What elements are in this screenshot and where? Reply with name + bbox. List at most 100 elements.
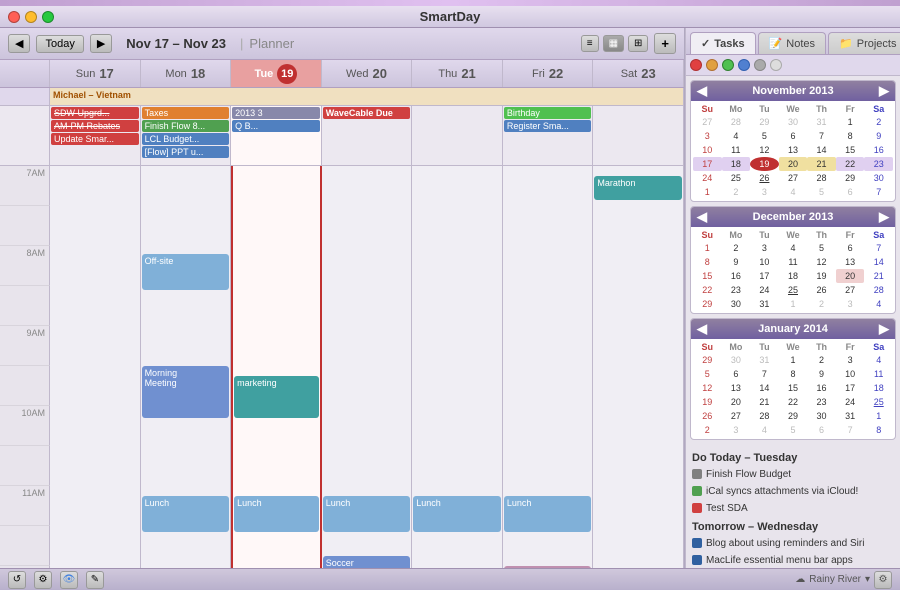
- filter-green[interactable]: [722, 59, 734, 71]
- separator: |: [240, 36, 243, 51]
- mini-cal-jan-prev[interactable]: ◀: [697, 321, 707, 337]
- all-day-col-mon: Taxes Finish Flow 8... LCL Budget... [Fl…: [141, 106, 232, 165]
- mini-cal-dec-prev[interactable]: ◀: [697, 209, 707, 225]
- event-lunch-thu[interactable]: Lunch: [413, 496, 501, 532]
- mini-cal-dec-header: ◀ December 2013 ▶: [691, 207, 895, 227]
- refresh-button[interactable]: ↺: [8, 571, 26, 589]
- task-maclife[interactable]: MacLife essential menu bar apps: [690, 552, 896, 568]
- app-title: SmartDay: [420, 9, 481, 24]
- time-11am: 11AM: [0, 486, 50, 526]
- task-dot: [692, 538, 702, 548]
- close-button[interactable]: [8, 11, 20, 23]
- today-button[interactable]: Today: [36, 35, 83, 53]
- event-ampm[interactable]: AM-PM Rebates: [51, 120, 139, 132]
- filter-blue[interactable]: [738, 59, 750, 71]
- event-wavecable[interactable]: WaveCable Due: [323, 107, 411, 119]
- time-830: [0, 286, 50, 326]
- filter-red[interactable]: [690, 59, 702, 71]
- main-container: ◀ Today ▶ Nov 17 – Nov 23 | Planner ≡ ▦ …: [0, 28, 900, 568]
- event-lunch-fri[interactable]: Lunch: [504, 496, 592, 532]
- location-text: Rainy River: [809, 574, 861, 585]
- time-grid[interactable]: 7AM 8AM 9AM 10AM 11AM 12PM 1PM 2PM: [0, 166, 684, 568]
- settings-button[interactable]: ⚙: [874, 571, 892, 589]
- event-lunch-tue[interactable]: Lunch: [234, 496, 319, 532]
- task-dot: [692, 555, 702, 565]
- all-day-col-sun: SDW Upgrd... AM-PM Rebates Update Smar..…: [50, 106, 141, 165]
- edit-button[interactable]: ✎: [86, 571, 104, 589]
- task-ical[interactable]: iCal syncs attachments via iCloud!: [690, 483, 896, 500]
- weather-icon: ☁: [795, 574, 805, 585]
- all-day-col-thu: [412, 106, 503, 165]
- sidebar-content[interactable]: ◀ November 2013 ▶ Su Mo Tu We Th Fr Sa: [686, 76, 900, 568]
- mini-cal-december: ◀ December 2013 ▶ Su Mo Tu We Th Fr Sa: [690, 206, 896, 314]
- day-header-tue[interactable]: Tue19: [231, 60, 322, 87]
- add-event-button[interactable]: +: [654, 33, 676, 54]
- event-hottub[interactable]: Hot tub: [504, 566, 592, 568]
- mini-cal-jan-next[interactable]: ▶: [879, 321, 889, 337]
- event-finish-flow[interactable]: Finish Flow 8...: [142, 120, 230, 132]
- event-taxes[interactable]: Taxes: [142, 107, 230, 119]
- notes-icon: 📝: [769, 37, 783, 50]
- day-header-thu[interactable]: Thu21: [412, 60, 503, 87]
- tab-tasks[interactable]: ✓ Tasks: [690, 32, 756, 54]
- day-header-sun[interactable]: Sun17: [50, 60, 141, 87]
- day-header-fri[interactable]: Fri22: [503, 60, 594, 87]
- mini-cal-prev[interactable]: ◀: [697, 83, 707, 99]
- notes-label: Notes: [786, 38, 815, 50]
- tab-projects[interactable]: 📁 Projects: [828, 32, 900, 54]
- filter-gray[interactable]: [754, 59, 766, 71]
- event-sdw[interactable]: SDW Upgrd...: [51, 107, 139, 119]
- tab-notes[interactable]: 📝 Notes: [758, 32, 826, 54]
- day-header-sat[interactable]: Sat23: [593, 60, 684, 87]
- task-finish-flow[interactable]: Finish Flow Budget: [690, 466, 896, 483]
- event-lunch-mon[interactable]: Lunch: [142, 496, 230, 532]
- projects-icon: 📁: [839, 37, 853, 50]
- maximize-button[interactable]: [42, 11, 54, 23]
- all-day-col-tue: 2013 3 Q B...: [231, 106, 322, 165]
- event-morning-meeting[interactable]: MorningMeeting: [142, 366, 230, 418]
- sync-button[interactable]: ⚙: [34, 571, 52, 589]
- dropdown-arrow[interactable]: ▾: [865, 574, 870, 585]
- all-day-events: SDW Upgrd... AM-PM Rebates Update Smar..…: [0, 106, 684, 166]
- event-register[interactable]: Register Sma...: [504, 120, 592, 132]
- prev-button[interactable]: ◀: [8, 34, 30, 53]
- next-button[interactable]: ▶: [90, 34, 112, 53]
- day-header-mon[interactable]: Mon18: [141, 60, 232, 87]
- view-week-btn[interactable]: ▦: [603, 35, 624, 52]
- mini-cal-dec-next[interactable]: ▶: [879, 209, 889, 225]
- task-test-sda[interactable]: Test SDA: [690, 500, 896, 517]
- event-update[interactable]: Update Smar...: [51, 133, 139, 145]
- tomorrow-header: Tomorrow – Wednesday: [690, 517, 896, 535]
- mini-cal-dec-grid: Su Mo Tu We Th Fr Sa 1 2 3 4: [691, 227, 895, 313]
- day-header-wed[interactable]: Wed20: [322, 60, 413, 87]
- mini-cal-next[interactable]: ▶: [879, 83, 889, 99]
- event-soccer[interactable]: SoccerChampionships: [323, 556, 411, 568]
- time-gutter-header: [0, 60, 50, 87]
- event-2013[interactable]: 2013 3: [232, 107, 320, 119]
- day-col-thu: Lunch: [412, 166, 503, 568]
- event-lcl[interactable]: LCL Budget...: [142, 133, 230, 145]
- eye-button[interactable]: 👁: [60, 571, 78, 589]
- time-1130: [0, 526, 50, 566]
- event-qb[interactable]: Q B...: [232, 120, 320, 132]
- day-col-tue: marketing Lunch Flow: [231, 166, 322, 568]
- region-row: Michael – Vietnam: [0, 88, 684, 106]
- view-grid-btn[interactable]: ⊞: [628, 35, 648, 52]
- filter-orange[interactable]: [706, 59, 718, 71]
- event-offsite[interactable]: Off-site: [142, 254, 230, 290]
- event-flow-ppt[interactable]: [Flow] PPT u...: [142, 146, 230, 158]
- task-blog[interactable]: Blog about using reminders and Siri: [690, 535, 896, 552]
- mini-cal-jan-header: ◀ January 2014 ▶: [691, 319, 895, 339]
- event-lunch-wed[interactable]: Lunch: [323, 496, 411, 532]
- event-marathon[interactable]: Marathon: [594, 176, 682, 200]
- right-sidebar: ✓ Tasks 📝 Notes 📁 Projects: [685, 28, 900, 568]
- time-7am: 7AM: [0, 166, 50, 206]
- task-ical-text: iCal syncs attachments via iCloud!: [706, 485, 858, 498]
- all-day-col-wed: WaveCable Due: [322, 106, 413, 165]
- minimize-button[interactable]: [25, 11, 37, 23]
- title-bar: SmartDay: [0, 6, 900, 28]
- event-marketing[interactable]: marketing: [234, 376, 319, 418]
- filter-white[interactable]: [770, 59, 782, 71]
- event-birthday[interactable]: Birthday: [504, 107, 592, 119]
- view-list-btn[interactable]: ≡: [581, 35, 599, 52]
